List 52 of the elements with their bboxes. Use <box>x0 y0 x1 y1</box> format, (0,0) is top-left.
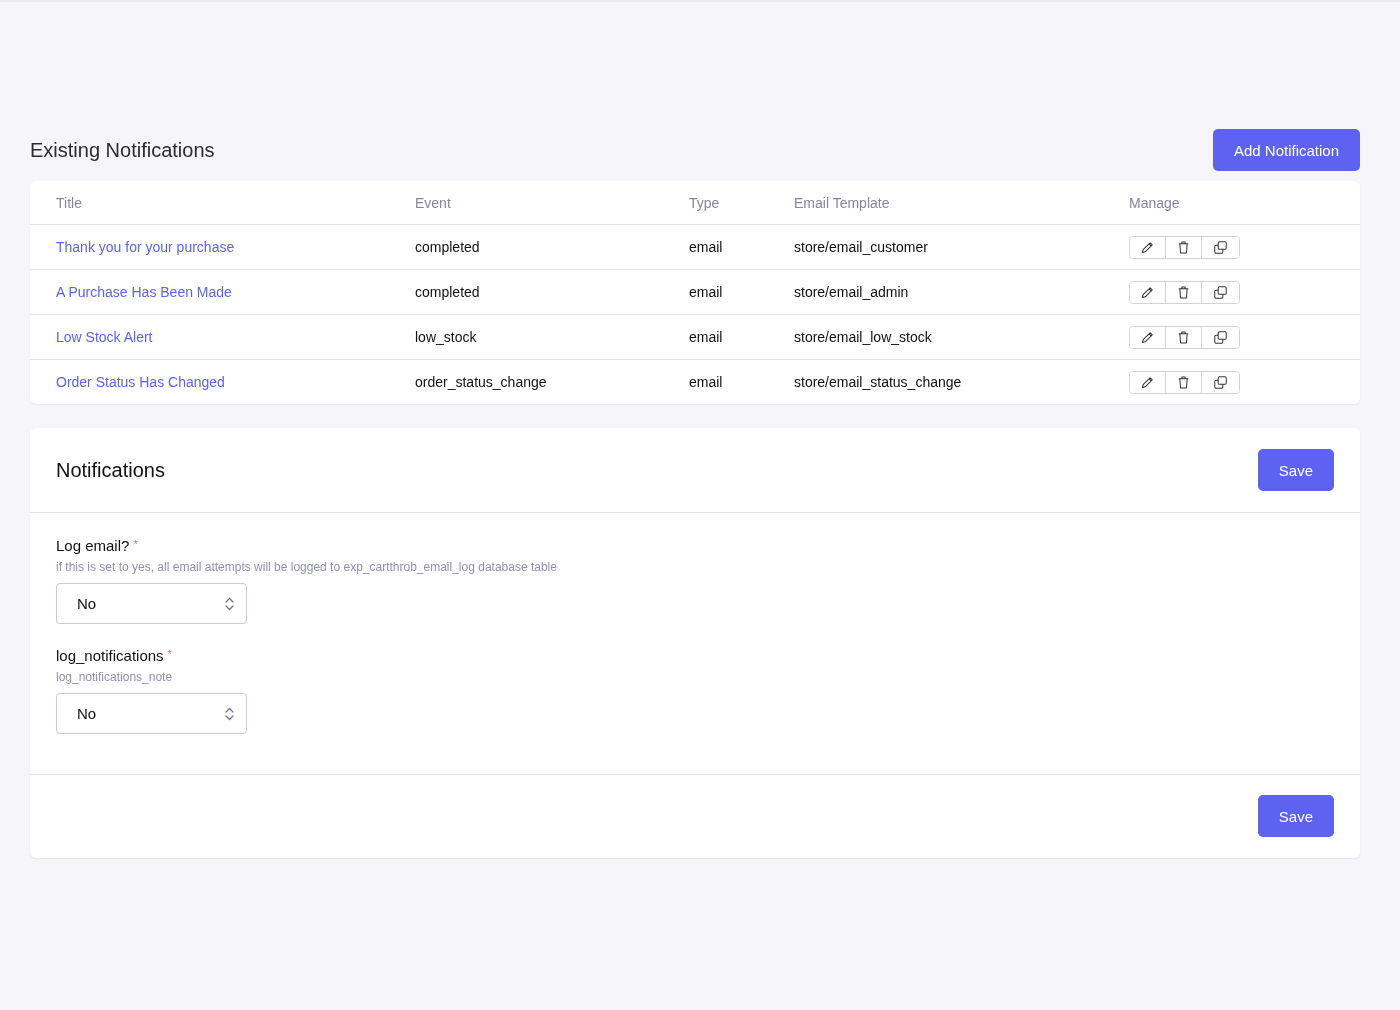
settings-title: Notifications <box>56 458 165 482</box>
pencil-icon <box>1141 240 1154 254</box>
field-note: log_notifications_note <box>56 670 173 684</box>
save-button[interactable]: Save <box>1257 449 1334 491</box>
template-cell: store/email_customer <box>794 239 928 255</box>
notification-title-link[interactable]: Order Status Has Changed <box>56 374 225 390</box>
edit-button[interactable] <box>1130 281 1166 303</box>
event-cell: order_status_change <box>415 374 547 390</box>
type-cell: email <box>689 284 723 300</box>
pencil-icon <box>1141 285 1154 299</box>
copy-icon <box>1214 375 1227 389</box>
chevron-updown-icon <box>225 596 234 611</box>
required-mark: * <box>133 538 138 550</box>
event-cell: completed <box>415 239 480 255</box>
field-label: log_notifications <box>56 647 164 664</box>
add-notification-button[interactable]: Add Notification <box>1212 129 1360 171</box>
select-field[interactable]: No <box>56 693 247 734</box>
notification-title-link[interactable]: Low Stock Alert <box>56 329 153 345</box>
template-cell: store/email_status_change <box>794 374 962 390</box>
column-header: Title <box>55 193 83 213</box>
required-mark: * <box>167 648 172 660</box>
pencil-icon <box>1141 330 1154 344</box>
edit-button[interactable] <box>1130 326 1166 348</box>
type-cell: email <box>689 239 723 255</box>
event-cell: completed <box>415 284 480 300</box>
edit-button[interactable] <box>1130 371 1166 393</box>
section-heading: Existing Notifications <box>30 138 215 162</box>
chevron-updown-icon <box>225 706 234 721</box>
field-note: if this is set to yes, all email attempts will be logged to exp_cartthrob_email_log database table <box>56 560 557 574</box>
trash-icon <box>1178 375 1189 389</box>
trash-icon <box>1178 240 1189 254</box>
template-cell: store/email_low_stock <box>794 329 932 345</box>
column-header: Manage <box>1128 193 1181 213</box>
type-cell: email <box>689 329 723 345</box>
notification-title-link[interactable]: A Purchase Has Been Made <box>56 284 232 300</box>
event-cell: low_stock <box>415 329 477 345</box>
field-label: Log email? <box>56 537 130 554</box>
column-header: Event <box>414 193 452 213</box>
select-field[interactable]: No <box>56 583 247 624</box>
template-cell: store/email_admin <box>794 284 909 300</box>
column-header: Email Template <box>793 193 891 213</box>
column-header: Type <box>688 193 721 213</box>
save-button[interactable]: Save <box>1257 795 1334 837</box>
edit-button[interactable] <box>1130 236 1166 258</box>
copy-icon <box>1214 240 1227 254</box>
trash-icon <box>1178 330 1189 344</box>
trash-icon <box>1178 285 1189 299</box>
pencil-icon <box>1141 375 1154 389</box>
copy-icon <box>1214 285 1227 299</box>
notification-title-link[interactable]: Thank you for your purchase <box>56 239 235 255</box>
type-cell: email <box>689 374 723 390</box>
copy-icon <box>1214 330 1227 344</box>
